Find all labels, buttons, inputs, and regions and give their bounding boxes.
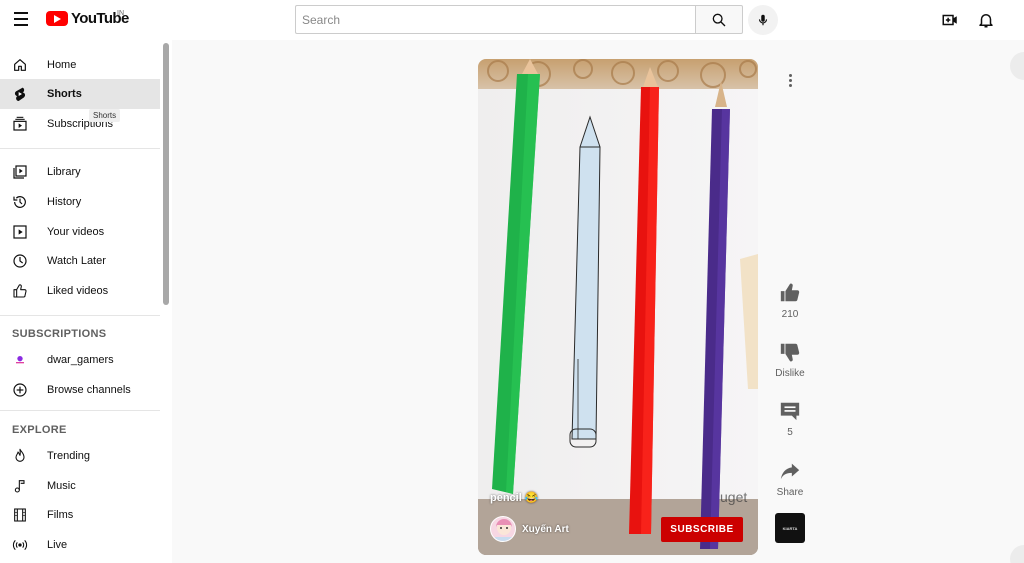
sidebar-item-label: Library: [47, 166, 81, 178]
create-video-icon: [942, 14, 957, 26]
sidebar: Home Shorts Subscriptions Shorts Library…: [0, 40, 172, 563]
short-title[interactable]: pencil 😂: [490, 491, 539, 504]
flame-icon: [11, 447, 29, 465]
like-button[interactable]: 210: [770, 281, 810, 320]
history-icon: [11, 193, 29, 211]
bell-icon: [979, 14, 993, 28]
sidebar-item-label: Browse channels: [47, 384, 131, 396]
next-short-button[interactable]: [1010, 545, 1024, 563]
comment-icon: [778, 399, 802, 423]
search-button[interactable]: [695, 5, 743, 34]
youtube-play-icon: [46, 11, 68, 26]
more-vert-icon[interactable]: [783, 70, 797, 90]
thumbs-down-icon: [778, 340, 802, 364]
film-icon: [11, 506, 29, 524]
sidebar-item-label: dwar_gamers: [47, 354, 114, 366]
sidebar-item-label: Your videos: [47, 226, 105, 238]
shorts-icon: [11, 85, 29, 103]
sidebar-item-watch-later[interactable]: Watch Later: [0, 246, 160, 276]
comment-count: 5: [787, 427, 793, 438]
voice-search-button[interactable]: [748, 5, 778, 35]
sidebar-item-your-videos[interactable]: Your videos: [0, 217, 160, 247]
notifications-button[interactable]: [976, 10, 996, 30]
sidebar-item-live[interactable]: Live: [0, 530, 160, 560]
sidebar-item-label: Live: [47, 539, 68, 551]
audio-tile-text: KIARTA: [782, 525, 798, 531]
top-bar: YouTube IN: [0, 0, 1024, 40]
explore-section-title: EXPLORE: [12, 424, 67, 436]
sidebar-divider: [0, 410, 160, 411]
dislike-button[interactable]: Dislike: [770, 340, 810, 379]
sidebar-item-history[interactable]: History: [0, 187, 160, 217]
dislike-label: Dislike: [775, 368, 805, 379]
thumbs-up-icon: [11, 282, 29, 300]
create-button[interactable]: [940, 10, 960, 30]
video-frame: uget: [478, 59, 758, 555]
live-icon: [11, 536, 29, 554]
search-icon: [712, 13, 726, 26]
sidebar-item-films[interactable]: Films: [0, 500, 160, 530]
sidebar-item-channel[interactable]: dwar_gamers: [0, 345, 160, 375]
shorts-tooltip: Shorts: [89, 109, 121, 122]
hamburger-icon[interactable]: [10, 8, 32, 30]
sidebar-item-label: Liked videos: [47, 285, 109, 297]
sidebar-item-home[interactable]: Home: [0, 50, 160, 80]
search-input[interactable]: [295, 5, 695, 34]
sidebar-item-label: Trending: [47, 450, 91, 462]
short-video-player[interactable]: uget pencil 😂 Xuyến Art SUBSCRIBE: [478, 59, 758, 555]
sidebar-scrollbar[interactable]: [163, 43, 169, 305]
sidebar-item-label: Shorts: [47, 88, 82, 100]
sidebar-item-trending[interactable]: Trending: [0, 441, 160, 471]
channel-name[interactable]: Xuyến Art: [522, 524, 569, 535]
plus-circle-icon: [11, 381, 29, 399]
subscribe-button[interactable]: SUBSCRIBE: [661, 517, 743, 542]
previous-short-button[interactable]: [1010, 52, 1024, 80]
svg-text:uget: uget: [720, 489, 747, 505]
comments-button[interactable]: 5: [770, 399, 810, 438]
clock-icon: [11, 252, 29, 270]
like-count: 210: [781, 309, 799, 320]
sidebar-item-music[interactable]: Music: [0, 471, 160, 501]
search-bar: [295, 5, 743, 34]
short-channel[interactable]: Xuyến Art: [490, 516, 569, 542]
sidebar-item-liked-videos[interactable]: Liked videos: [0, 276, 160, 306]
sidebar-item-label: Home: [47, 59, 77, 71]
country-code: IN: [117, 10, 124, 17]
audio-track-tile[interactable]: KIARTA: [775, 513, 805, 543]
channel-avatar: [11, 351, 29, 369]
sidebar-divider: [0, 315, 160, 316]
thumbs-up-icon: [778, 281, 802, 305]
sidebar-item-shorts[interactable]: Shorts: [0, 79, 160, 109]
mic-icon: [758, 14, 768, 26]
channel-avatar[interactable]: [490, 516, 516, 542]
share-icon: [778, 459, 802, 483]
share-button[interactable]: Share: [770, 459, 810, 498]
sidebar-item-label: Watch Later: [47, 255, 106, 267]
sidebar-item-browse-channels[interactable]: Browse channels: [0, 375, 160, 405]
sidebar-item-label: Films: [47, 509, 74, 521]
your-videos-icon: [11, 223, 29, 241]
share-label: Share: [776, 487, 804, 498]
library-icon: [11, 163, 29, 181]
sidebar-divider: [0, 148, 160, 149]
sidebar-item-subscriptions[interactable]: Subscriptions: [0, 109, 160, 139]
subscriptions-icon: [11, 115, 29, 133]
subscriptions-section-title: SUBSCRIPTIONS: [12, 328, 107, 340]
sidebar-item-label: History: [47, 196, 82, 208]
sidebar-item-library[interactable]: Library: [0, 157, 160, 187]
home-icon: [11, 56, 29, 74]
sidebar-item-label: Music: [47, 480, 76, 492]
music-note-icon: [11, 477, 29, 495]
